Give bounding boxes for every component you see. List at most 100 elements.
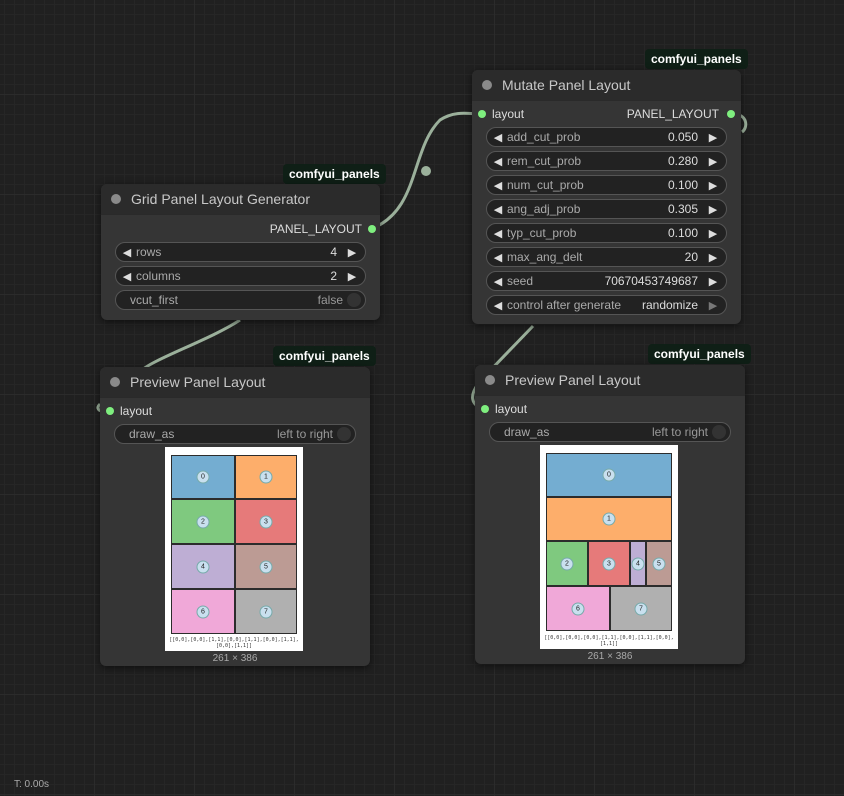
- input-slot-label: layout: [492, 107, 525, 121]
- increment-arrow-icon[interactable]: ▶: [706, 251, 720, 264]
- widget-name: add_cut_prob: [507, 130, 581, 144]
- vcut-first-toggle[interactable]: vcut_first false: [115, 290, 366, 310]
- panel-cell: 7: [610, 586, 672, 631]
- badge-preview-left: comfyui_panels: [273, 346, 376, 366]
- panel-cell: 6: [171, 589, 235, 634]
- decrement-arrow-icon[interactable]: ◀: [491, 155, 505, 168]
- widget-num-cut-prob[interactable]: ◀ num_cut_prob 0.100 ▶: [486, 175, 727, 195]
- panel-number: 5: [652, 557, 666, 570]
- panel-cell: 5: [235, 544, 297, 589]
- node-title-bar[interactable]: Grid Panel Layout Generator: [101, 184, 380, 215]
- input-slot-dot[interactable]: [478, 110, 486, 118]
- widget-control-after-generate[interactable]: ◀ control after generate randomize ▶: [486, 295, 727, 315]
- widget-value: false: [317, 293, 343, 307]
- preview-panel-layout-node-left[interactable]: Preview Panel Layout layout draw_as left…: [100, 367, 370, 666]
- decrement-arrow-icon[interactable]: ◀: [491, 275, 505, 288]
- widget-value: 0.280: [667, 154, 698, 168]
- panel-number: 0: [196, 470, 210, 484]
- widget-name: draw_as: [129, 427, 175, 441]
- panel-cell: 0: [546, 453, 672, 497]
- image-dimensions: 261 × 386: [212, 653, 258, 664]
- widget-value: left to right: [276, 427, 333, 441]
- widget-value: 0.100: [667, 178, 698, 192]
- increment-arrow-icon[interactable]: ▶: [706, 275, 720, 288]
- collapse-dot-icon[interactable]: [482, 80, 492, 90]
- panel-cell: 5: [646, 541, 672, 586]
- widget-rem-cut-prob[interactable]: ◀ rem_cut_prob 0.280 ▶: [486, 151, 727, 171]
- panel-cell: 6: [546, 586, 610, 631]
- toggle-knob-icon: [347, 293, 361, 307]
- widget-name: num_cut_prob: [507, 178, 584, 192]
- panel-cell: 4: [630, 541, 646, 586]
- decrement-arrow-icon[interactable]: ◀: [491, 131, 505, 144]
- panel-number: 4: [196, 560, 210, 573]
- mutate-panel-layout-node[interactable]: Mutate Panel Layout layout PANEL_LAYOUT …: [472, 70, 741, 324]
- toggle-knob-icon: [712, 425, 726, 439]
- increment-arrow-icon[interactable]: ▶: [706, 299, 720, 312]
- execution-timer: T: 0.00s: [14, 779, 50, 790]
- widget-value: left to right: [651, 425, 708, 439]
- panel-cell: 2: [546, 541, 588, 586]
- decrement-arrow-icon[interactable]: ◀: [491, 227, 505, 240]
- increment-arrow-icon[interactable]: ▶: [706, 203, 720, 216]
- slot-row: layout PANEL_LAYOUT: [472, 103, 741, 125]
- output-slot-dot[interactable]: [368, 225, 376, 233]
- node-title-bar[interactable]: Preview Panel Layout: [475, 365, 745, 396]
- widget-name: max_ang_delt: [507, 250, 583, 264]
- widget-columns[interactable]: ◀ columns 2 ▶: [115, 266, 366, 286]
- collapse-dot-icon[interactable]: [111, 194, 121, 204]
- panel-number: 2: [560, 557, 574, 570]
- widget-seed[interactable]: ◀ seed 70670453749687 ▶: [486, 271, 727, 291]
- decrement-arrow-icon[interactable]: ◀: [120, 270, 134, 283]
- widget-name: control after generate: [507, 298, 622, 312]
- panel-number: 3: [259, 515, 273, 528]
- layout-preview-image: [[0,0],[0,0],[0,0],[1,1],[0,0],[1,1],[0,…: [540, 445, 678, 649]
- increment-arrow-icon[interactable]: ▶: [345, 246, 359, 259]
- draw-as-toggle[interactable]: draw_as left to right: [489, 422, 731, 442]
- panel-number: 5: [259, 560, 273, 573]
- panel-cell: 1: [546, 497, 672, 541]
- collapse-dot-icon[interactable]: [485, 375, 495, 385]
- input-slot-label: layout: [120, 404, 153, 418]
- toggle-knob-icon: [337, 427, 351, 441]
- widget-name: vcut_first: [130, 293, 179, 307]
- decrement-arrow-icon[interactable]: ◀: [491, 299, 505, 312]
- node-title: Mutate Panel Layout: [502, 77, 631, 93]
- widget-max-ang-delt[interactable]: ◀ max_ang_delt 20 ▶: [486, 247, 727, 267]
- panel-number: 4: [631, 557, 645, 570]
- preview-caption: [[0,0],[0,0],[0,0],[1,1],[0,0],[1,1],[0,…: [544, 635, 674, 647]
- node-title-bar[interactable]: Mutate Panel Layout: [472, 70, 741, 101]
- widget-name: typ_cut_prob: [507, 226, 577, 240]
- widget-value: 2: [330, 269, 337, 283]
- decrement-arrow-icon[interactable]: ◀: [120, 246, 134, 259]
- decrement-arrow-icon[interactable]: ◀: [491, 251, 505, 264]
- widget-rows[interactable]: ◀ rows 4 ▶: [115, 242, 366, 262]
- increment-arrow-icon[interactable]: ▶: [706, 227, 720, 240]
- widget-typ-cut-prob[interactable]: ◀ typ_cut_prob 0.100 ▶: [486, 223, 727, 243]
- preview-panel-layout-node-right[interactable]: Preview Panel Layout layout draw_as left…: [475, 365, 745, 664]
- decrement-arrow-icon[interactable]: ◀: [491, 179, 505, 192]
- increment-arrow-icon[interactable]: ▶: [706, 131, 720, 144]
- output-slot-dot[interactable]: [727, 110, 735, 118]
- widget-ang-adj-prob[interactable]: ◀ ang_adj_prob 0.305 ▶: [486, 199, 727, 219]
- increment-arrow-icon[interactable]: ▶: [706, 155, 720, 168]
- widget-name: ang_adj_prob: [507, 202, 581, 216]
- widget-value: 0.100: [667, 226, 698, 240]
- decrement-arrow-icon[interactable]: ◀: [491, 203, 505, 216]
- panel-cell: 0: [171, 455, 235, 499]
- widget-value: randomize: [641, 298, 698, 312]
- badge-preview-right: comfyui_panels: [648, 344, 751, 364]
- grid-panel-layout-generator-node[interactable]: Grid Panel Layout Generator PANEL_LAYOUT…: [101, 184, 380, 320]
- collapse-dot-icon[interactable]: [110, 377, 120, 387]
- widget-name: draw_as: [504, 425, 550, 439]
- draw-as-toggle[interactable]: draw_as left to right: [114, 424, 356, 444]
- widget-name: rem_cut_prob: [507, 154, 582, 168]
- increment-arrow-icon[interactable]: ▶: [706, 179, 720, 192]
- node-title: Grid Panel Layout Generator: [131, 191, 310, 207]
- node-title: Preview Panel Layout: [505, 372, 641, 388]
- input-slot-dot[interactable]: [481, 405, 489, 413]
- node-title-bar[interactable]: Preview Panel Layout: [100, 367, 370, 398]
- widget-add-cut-prob[interactable]: ◀ add_cut_prob 0.050 ▶: [486, 127, 727, 147]
- input-slot-dot[interactable]: [106, 407, 114, 415]
- increment-arrow-icon[interactable]: ▶: [345, 270, 359, 283]
